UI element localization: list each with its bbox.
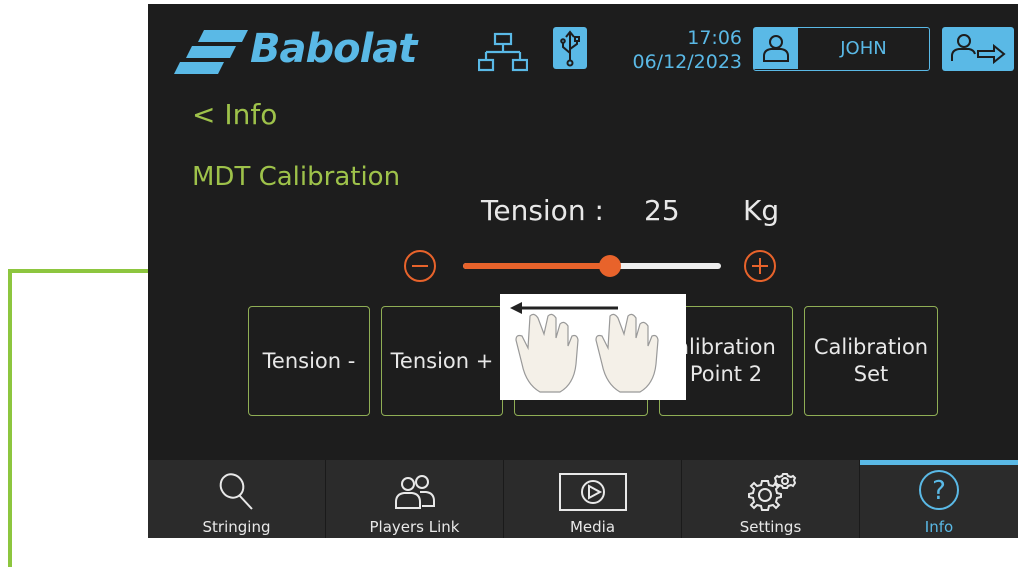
nav-item-media[interactable]: Media <box>504 460 681 538</box>
nav-item-players-link[interactable]: Players Link <box>326 460 503 538</box>
increase-tension-button[interactable] <box>744 250 776 282</box>
tension-unit: Kg <box>743 194 780 227</box>
slider-fill <box>463 263 611 269</box>
brand-logo: Babolat <box>170 22 470 78</box>
brand-name: Babolat <box>250 26 417 72</box>
info-icon: ? <box>919 470 959 510</box>
settings-icon <box>747 473 796 511</box>
babolat-stripes-icon <box>174 30 248 74</box>
calibration-set-button[interactable]: Calibration Set <box>804 306 938 416</box>
bottom-nav: Stringing Players Link Media Settings ? … <box>148 460 1018 538</box>
racket-icon <box>219 473 253 510</box>
tension-plus-button[interactable]: Tension + <box>381 306 503 416</box>
players-icon <box>394 475 435 509</box>
logout-button[interactable] <box>942 27 1014 71</box>
tension-minus-button[interactable]: Tension - <box>248 306 370 416</box>
nav-label: Settings <box>739 518 802 536</box>
tension-label: Tension : <box>481 194 604 227</box>
usb-icon <box>553 27 587 69</box>
back-link[interactable]: < Info <box>192 98 277 131</box>
nav-label: Info <box>924 518 954 536</box>
tension-value: 25 <box>644 194 680 227</box>
media-icon <box>558 473 627 511</box>
date-text: 06/12/2023 <box>632 51 742 73</box>
swipe-left-hands-icon <box>510 302 659 393</box>
tension-slider[interactable] <box>463 255 721 277</box>
nav-item-stringing[interactable]: Stringing <box>148 460 325 538</box>
slider-thumb[interactable] <box>599 255 622 277</box>
swipe-gesture-image <box>500 294 686 400</box>
nav-item-info[interactable]: ? Info <box>860 460 1018 538</box>
nav-label: Stringing <box>202 518 271 536</box>
svg-text:?: ? <box>932 476 946 506</box>
datetime: 17:06 06/12/2023 <box>618 26 742 74</box>
user-icon <box>754 28 798 69</box>
network-icon <box>478 32 528 72</box>
device-screen: Babolat 17:06 06/12/2023 JOHN < Info MDT… <box>148 4 1018 538</box>
page-title: MDT Calibration <box>192 162 401 192</box>
user-name: JOHN <box>840 38 887 59</box>
nav-label: Media <box>569 518 616 536</box>
user-box[interactable]: JOHN <box>753 27 930 71</box>
decrease-tension-button[interactable] <box>404 250 436 282</box>
time-text: 17:06 <box>687 27 742 49</box>
logout-icon <box>951 34 1006 65</box>
nav-item-settings[interactable]: Settings <box>682 460 859 538</box>
nav-label: Players Link <box>369 518 460 536</box>
